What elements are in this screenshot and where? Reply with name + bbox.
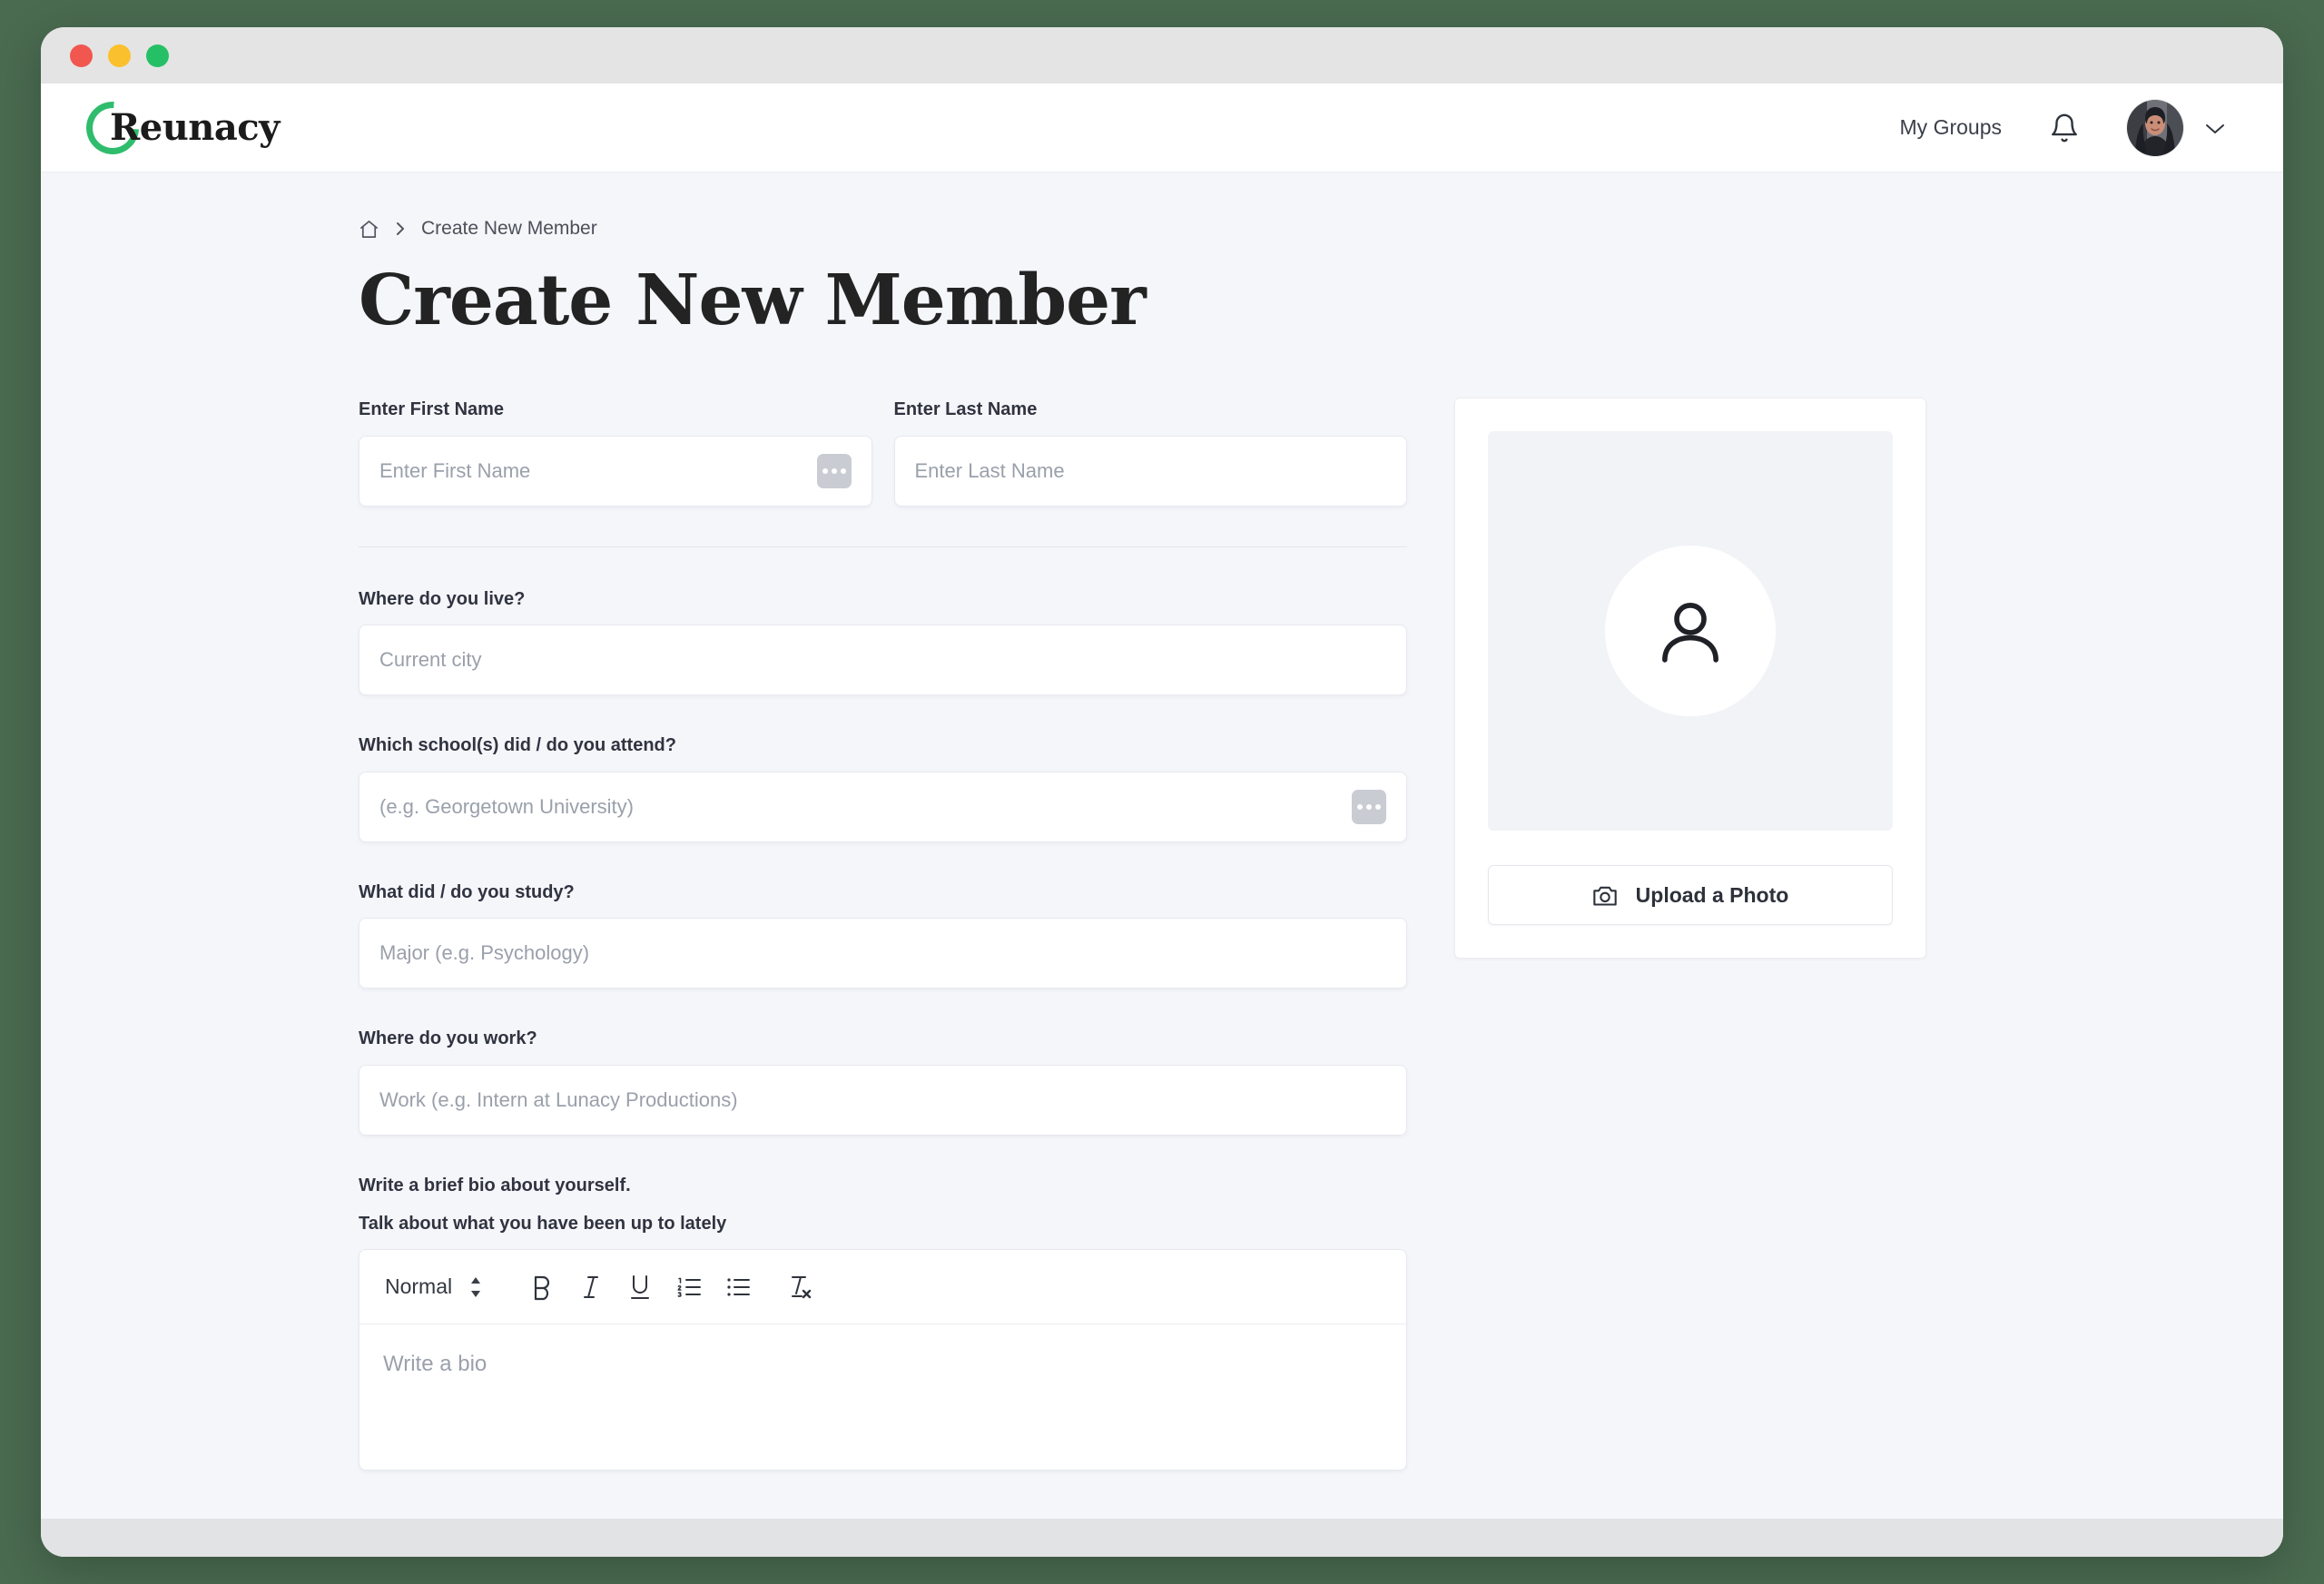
school-placeholder: (e.g. Georgetown University) [379,794,634,818]
chevron-down-icon [2206,123,2224,133]
chevron-right-icon [397,222,404,235]
study-field-group: What did / do you study? Major (e.g. Psy… [359,881,1407,989]
traffic-lights [70,44,169,67]
close-window-button[interactable] [70,44,93,67]
user-avatar-photo [2127,99,2183,156]
notifications-button[interactable] [2049,112,2080,144]
format-select[interactable]: Normal [385,1274,483,1299]
study-label: What did / do you study? [359,881,575,902]
clear-formatting-icon [792,1275,812,1298]
study-input[interactable]: Major (e.g. Psychology) [359,918,1407,989]
city-placeholder: Current city [379,648,482,672]
last-name-input[interactable]: Enter Last Name [893,435,1407,507]
photo-sidebar: Upload a Photo [1454,398,1926,959]
work-label: Where do you work? [359,1028,537,1049]
italic-button[interactable] [566,1263,615,1312]
form-divider [359,546,1407,547]
camera-icon [1592,886,1617,906]
underline-button[interactable] [615,1263,665,1312]
photo-card: Upload a Photo [1454,398,1926,959]
bio-placeholder: Write a bio [383,1352,487,1377]
last-name-placeholder: Enter Last Name [914,458,1065,482]
upload-photo-label: Upload a Photo [1635,882,1789,907]
work-placeholder: Work (e.g. Intern at Lunacy Productions) [379,1087,738,1111]
app-logo[interactable]: Reunacy [75,90,280,165]
desktop-background: Reunacy My Groups Create New Member Crea… [0,0,2324,1584]
study-placeholder: Major (e.g. Psychology) [379,941,590,965]
work-input[interactable]: Work (e.g. Intern at Lunacy Productions) [359,1064,1407,1136]
bold-button[interactable] [517,1263,566,1312]
page-content: Create New Member Create New Member Ente… [41,172,2283,1519]
underline-icon [631,1274,650,1299]
first-name-label: Enter First Name [359,399,505,419]
logo-text: Reunacy [110,106,280,149]
city-label: Where do you live? [359,588,526,609]
photo-avatar-circle [1605,546,1776,716]
minimize-window-button[interactable] [108,44,131,67]
account-menu[interactable] [2127,99,2227,156]
photo-preview [1488,431,1893,831]
ellipsis-icon[interactable] [816,453,852,488]
last-name-field-group: Enter Last Name Enter Last Name [893,398,1407,507]
bullet-list-button[interactable] [714,1263,763,1312]
name-fields-row: Enter First Name Enter First Name Enter … [359,398,1407,507]
breadcrumb-current: Create New Member [421,218,597,239]
maximize-window-button[interactable] [146,44,169,67]
italic-icon [584,1275,599,1298]
first-name-placeholder: Enter First Name [379,458,531,482]
page-title: Create New Member [359,260,1147,341]
work-field-group: Where do you work? Work (e.g. Intern at … [359,1027,1407,1136]
bold-icon [535,1275,550,1300]
member-form: Enter First Name Enter First Name Enter … [359,398,1407,1471]
clear-formatting-button[interactable] [775,1263,824,1312]
nav-my-groups[interactable]: My Groups [1900,115,2002,140]
city-input[interactable]: Current city [359,625,1407,696]
format-select-label: Normal [385,1274,453,1299]
bio-label-line1: Write a brief bio about yourself. [359,1175,631,1195]
header-right-group: My Groups [1900,99,2227,156]
app-header: Reunacy My Groups [41,84,2283,172]
school-input[interactable]: (e.g. Georgetown University) [359,771,1407,842]
up-down-arrows-icon [471,1276,481,1297]
window-footer-bar [41,1519,2283,1557]
bio-textarea[interactable]: Write a bio [359,1324,1406,1470]
first-name-field-group: Enter First Name Enter First Name [359,398,872,507]
content-container: Create New Member Create New Member Ente… [350,218,1974,1471]
home-icon[interactable] [359,219,379,240]
browser-window: Reunacy My Groups Create New Member Crea… [41,27,2283,1557]
ordered-list-icon [677,1277,702,1297]
last-name-label: Enter Last Name [893,399,1038,419]
city-field-group: Where do you live? Current city [359,587,1407,696]
breadcrumb: Create New Member [359,218,1974,240]
bio-label-line2: Talk about what you have been up to late… [359,1213,727,1234]
bio-editor: Normal Write a bio [359,1249,1407,1471]
first-name-input[interactable]: Enter First Name [359,435,872,507]
bell-icon [2052,113,2077,142]
avatar[interactable] [2127,99,2183,156]
ellipsis-icon[interactable] [1352,789,1386,824]
page-layout: Enter First Name Enter First Name Enter … [359,398,1974,1471]
upload-photo-button[interactable]: Upload a Photo [1488,865,1893,925]
bullet-list-icon [727,1278,751,1296]
person-icon [1662,603,1718,663]
window-titlebar [41,27,2283,84]
browser-viewport: Reunacy My Groups Create New Member Crea… [41,84,2283,1557]
bio-field-group: Write a brief bio about yourself. Talk a… [359,1174,1407,1471]
ordered-list-button[interactable] [665,1263,714,1312]
school-field-group: Which school(s) did / do you attend? (e.… [359,733,1407,842]
bio-editor-toolbar: Normal [359,1250,1406,1325]
school-label: Which school(s) did / do you attend? [359,735,676,756]
